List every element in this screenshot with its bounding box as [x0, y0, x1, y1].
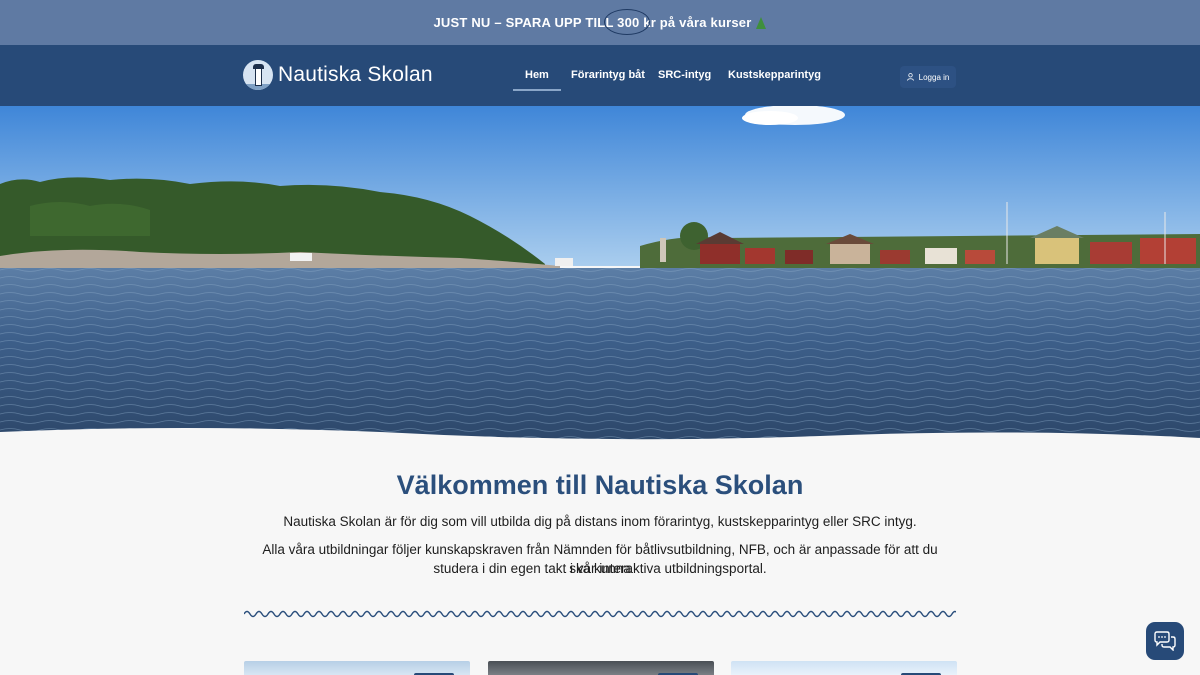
course-card-1[interactable] [244, 661, 470, 675]
intro-paragraph-2-line-2: studera i din egen takt i vår interaktiv… [433, 561, 767, 576]
chat-bubbles-icon [1154, 631, 1176, 651]
login-button[interactable]: Logga in [900, 66, 956, 88]
user-icon [906, 73, 914, 81]
promo-banner[interactable]: JUST NU – SPARA UPP TILL 300 kr på våra … [0, 0, 1200, 45]
site-logo[interactable]: Nautiska Skolan [243, 60, 433, 90]
christmas-tree-icon [756, 16, 767, 29]
main-navigation: Nautiska Skolan Hem Förarintyg båt SRC-i… [0, 45, 1200, 106]
archipelago-water-photo [0, 106, 1200, 446]
intro-paragraph-1: Nautiska Skolan är för dig som vill utbi… [283, 514, 917, 529]
brand-name: Nautiska Skolan [278, 63, 433, 86]
chat-button[interactable] [1146, 622, 1184, 660]
nav-item-src-intyg[interactable]: SRC-intyg [658, 69, 711, 81]
course-card-3[interactable] [731, 661, 957, 675]
page-title: Välkommen till Nautiska Skolan [396, 470, 804, 500]
promo-text-before: JUST NU – SPARA UPP TILL [433, 15, 618, 30]
wave-divider-icon [244, 610, 956, 618]
lighthouse-icon [243, 60, 273, 90]
highlight-circle [604, 9, 650, 35]
course-card-2[interactable] [488, 661, 714, 675]
hero-image [0, 106, 1200, 446]
promo-text-after: kr på våra kurser [639, 15, 752, 30]
nav-item-forarintyg-bat[interactable]: Förarintyg båt [571, 69, 645, 81]
nav-item-kustskepparintyg[interactable]: Kustskepparintyg [728, 69, 821, 81]
nav-item-hem[interactable]: Hem [513, 69, 561, 91]
login-label: Logga in [918, 72, 950, 82]
